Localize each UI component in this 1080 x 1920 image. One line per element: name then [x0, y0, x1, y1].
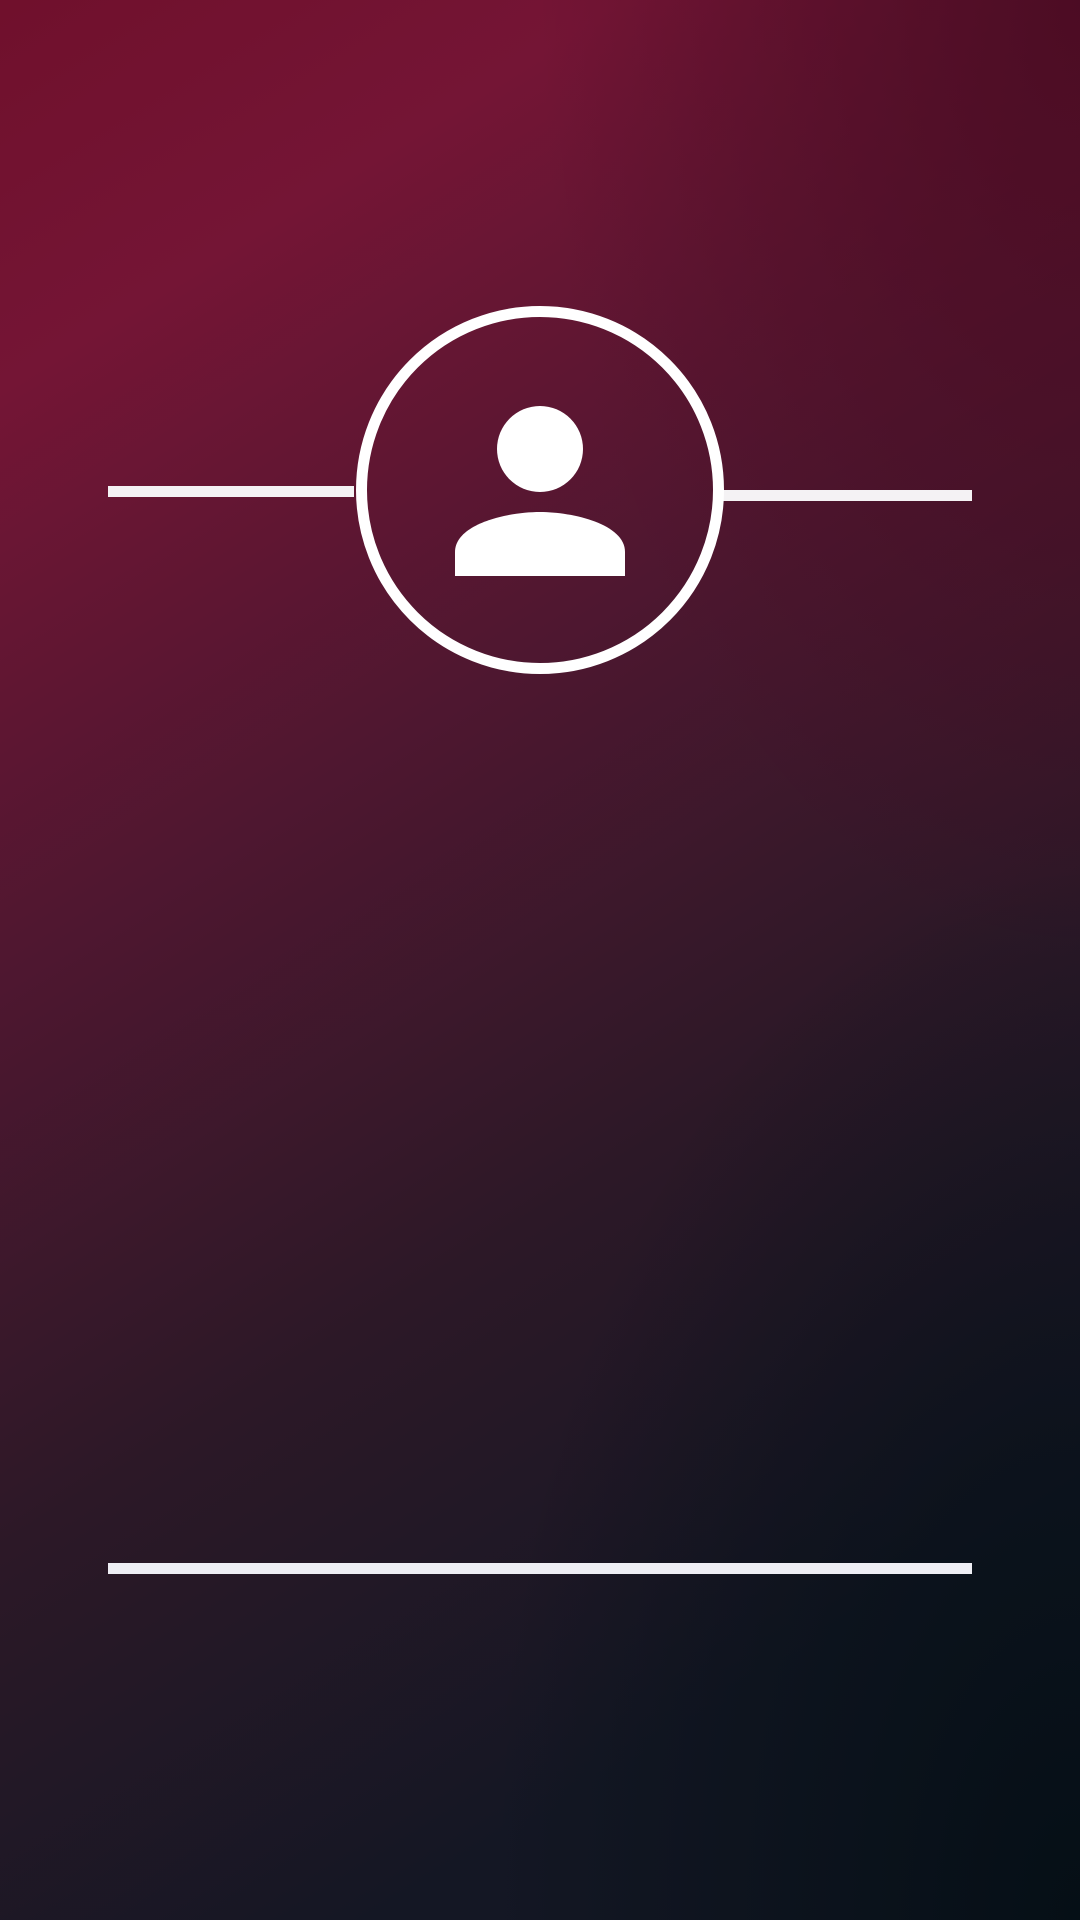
bottom-input-line[interactable]: [108, 1563, 972, 1574]
left-divider-line: [108, 486, 354, 497]
right-divider-line: [722, 490, 972, 501]
lock-screen: [0, 0, 1080, 1920]
user-icon: [455, 406, 625, 576]
background-gradient: [0, 0, 1080, 1920]
